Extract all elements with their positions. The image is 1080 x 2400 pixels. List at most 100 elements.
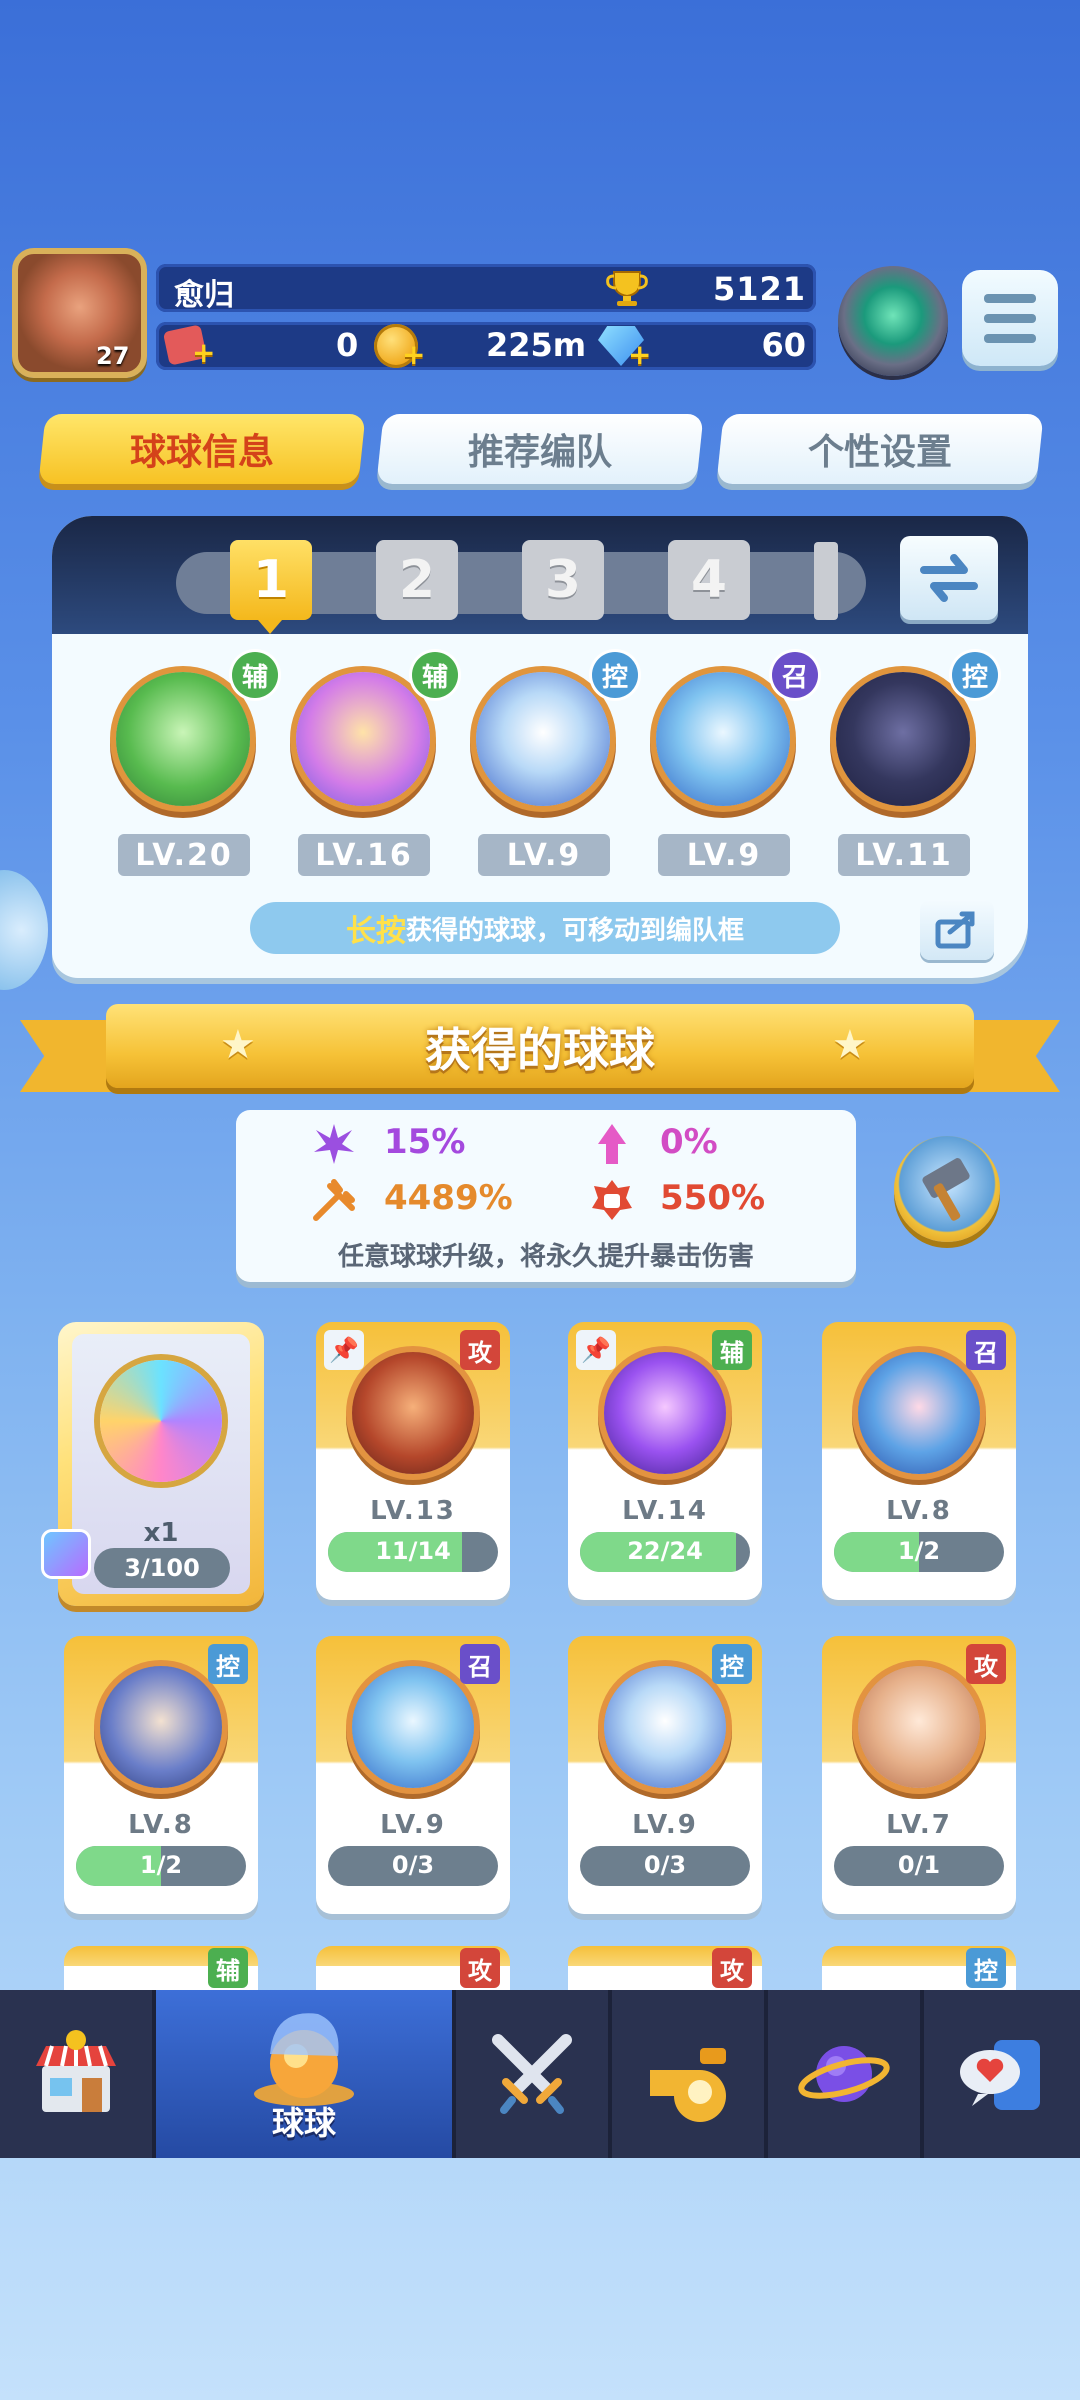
tab-personal-settings[interactable]: 个性设置 <box>716 414 1044 484</box>
ball-card[interactable]: 控 LV.9 0/3 <box>568 1636 762 1914</box>
team-member-4[interactable] <box>656 672 790 806</box>
rank-badge-icon[interactable] <box>838 266 948 376</box>
hint-highlight: 长按 <box>345 914 406 949</box>
ball-progress-text: 0/1 <box>897 1851 941 1879</box>
team-member-5-level: LV.11 <box>838 834 970 876</box>
ball-progress-bar: 0/3 <box>328 1846 498 1886</box>
ball-card[interactable]: 召 LV.8 1/2 <box>822 1322 1016 1600</box>
crit-rate: 15% <box>384 1122 466 1162</box>
bottom-nav: 球球 <box>0 1990 1080 2158</box>
ball-card[interactable]: 辅 📌 LV.14 22/24 <box>568 1322 762 1600</box>
ball-role-badge: 辅 <box>208 1948 248 1988</box>
ball-progress-bar: 1/2 <box>76 1846 246 1886</box>
team-member-4-role: 召 <box>772 652 818 698</box>
crit-fist: 550% <box>660 1178 766 1218</box>
old-man-ball-icon <box>858 1666 980 1788</box>
shop-icon <box>36 2030 116 2112</box>
ball-level: LV.8 <box>128 1810 194 1840</box>
ball-progress-bar: 0/3 <box>580 1846 750 1886</box>
special-ball-card[interactable]: x1 3/100 <box>44 1322 264 1606</box>
nav-battle[interactable] <box>456 1990 612 2158</box>
team-member-2[interactable] <box>296 672 430 806</box>
ball-level: LV.13 <box>370 1496 456 1526</box>
player-level: 27 <box>96 342 130 370</box>
team-slot-header: 1 2 3 4 <box>52 516 1028 634</box>
ball-card[interactable]: 召 LV.9 0/3 <box>316 1636 510 1914</box>
add-coin-icon[interactable]: + <box>402 341 425 369</box>
player-name-bar: 愈归 5121 <box>156 264 816 313</box>
ticket-count: 0 <box>336 326 359 364</box>
crossed-swords-icon <box>492 2034 572 2114</box>
crit-stats-panel: 15% 0% 4489% 550% 任意球球升级，将永久提升暴击伤害 <box>236 1110 856 1282</box>
ball-card-partial[interactable]: 控 <box>822 1946 1016 1990</box>
team-member-1[interactable] <box>116 672 250 806</box>
share-button[interactable] <box>920 900 994 960</box>
ball-role-badge: 控 <box>208 1644 248 1684</box>
upgrade-hammer-button[interactable] <box>894 1136 1000 1242</box>
swap-team-button[interactable] <box>900 536 998 620</box>
team-slot-5-partial[interactable] <box>814 542 838 620</box>
ball-level: LV.8 <box>886 1496 952 1526</box>
side-decoration <box>0 870 48 990</box>
nav-shop[interactable] <box>0 1990 156 2158</box>
pin-icon[interactable]: 📌 <box>324 1330 364 1370</box>
team-slot-4[interactable]: 4 <box>668 540 750 620</box>
menu-icon <box>984 294 1036 303</box>
team-slot-3[interactable]: 3 <box>522 540 604 620</box>
pin-icon[interactable]: 📌 <box>576 1330 616 1370</box>
ball-progress-text: 22/24 <box>627 1537 703 1565</box>
team-slot-1[interactable]: 1 <box>230 540 312 620</box>
ball-role-badge: 攻 <box>712 1948 752 1988</box>
tab-ball-info[interactable]: 球球信息 <box>38 414 366 484</box>
team-slot-2[interactable]: 2 <box>376 540 458 620</box>
ball-level: LV.9 <box>380 1810 446 1840</box>
hint-text: 获得的球球，可移动到编队框 <box>405 915 744 946</box>
player-avatar[interactable]: 27 <box>12 248 147 378</box>
ball-role-badge: 攻 <box>460 1948 500 1988</box>
crit-damage-icon <box>313 1179 355 1221</box>
nav-planet[interactable] <box>768 1990 924 2158</box>
team-member-5-role: 控 <box>952 652 998 698</box>
crit-rate-icon <box>314 1124 354 1164</box>
nav-whistle[interactable] <box>612 1990 768 2158</box>
nav-balls[interactable]: 球球 <box>156 1990 456 2158</box>
banner-title: 获得的球球 <box>425 1023 655 1077</box>
nav-social[interactable] <box>924 1990 1080 2158</box>
ball-progress-bar: 22/24 <box>580 1532 750 1572</box>
team-panel: 1 2 3 4 辅 LV.20 辅 LV.16 控 LV.9 召 LV.9 控 … <box>52 516 1028 978</box>
ball-role-badge: 召 <box>460 1644 500 1684</box>
menu-button[interactable] <box>962 270 1058 366</box>
special-progress: 3/100 <box>94 1548 230 1588</box>
crit-boost-icon <box>598 1124 626 1164</box>
share-icon <box>935 911 975 949</box>
team-member-3-level: LV.9 <box>478 834 610 876</box>
ball-card-partial[interactable]: 攻 <box>568 1946 762 1990</box>
white-hat-ball-icon <box>604 1666 726 1788</box>
team-member-4-level: LV.9 <box>658 834 790 876</box>
planet-icon <box>798 2046 890 2102</box>
team-member-2-level: LV.16 <box>298 834 430 876</box>
hammer-icon <box>922 1158 970 1221</box>
ball-role-badge: 攻 <box>460 1330 500 1370</box>
ball-progress-text: 1/2 <box>897 1537 941 1565</box>
ball-card-partial[interactable]: 辅 <box>64 1946 258 1990</box>
ball-progress-text: 0/3 <box>391 1851 435 1879</box>
ball-level: LV.7 <box>886 1810 952 1840</box>
ball-card[interactable]: 控 LV.8 1/2 <box>64 1636 258 1914</box>
ball-progress-bar: 1/2 <box>834 1532 1004 1572</box>
team-member-3[interactable] <box>476 672 610 806</box>
add-gem-icon[interactable]: + <box>628 341 651 369</box>
lightning-ball-icon <box>604 1352 726 1474</box>
team-member-1-level: LV.20 <box>118 834 250 876</box>
ball-card-partial[interactable]: 攻 <box>316 1946 510 1990</box>
tab-recommended-team[interactable]: 推荐编队 <box>376 414 704 484</box>
ball-card[interactable]: 攻 LV.7 0/1 <box>822 1636 1016 1914</box>
ball-role-badge: 辅 <box>712 1330 752 1370</box>
player-name: 愈归 <box>174 278 234 313</box>
add-ticket-icon[interactable]: + <box>192 339 215 367</box>
team-member-2-role: 辅 <box>412 652 458 698</box>
ball-card[interactable]: 攻 📌 LV.13 11/14 <box>316 1322 510 1600</box>
ball-level: LV.9 <box>632 1810 698 1840</box>
puzzle-piece-icon <box>44 1532 88 1576</box>
team-member-5[interactable] <box>836 672 970 806</box>
